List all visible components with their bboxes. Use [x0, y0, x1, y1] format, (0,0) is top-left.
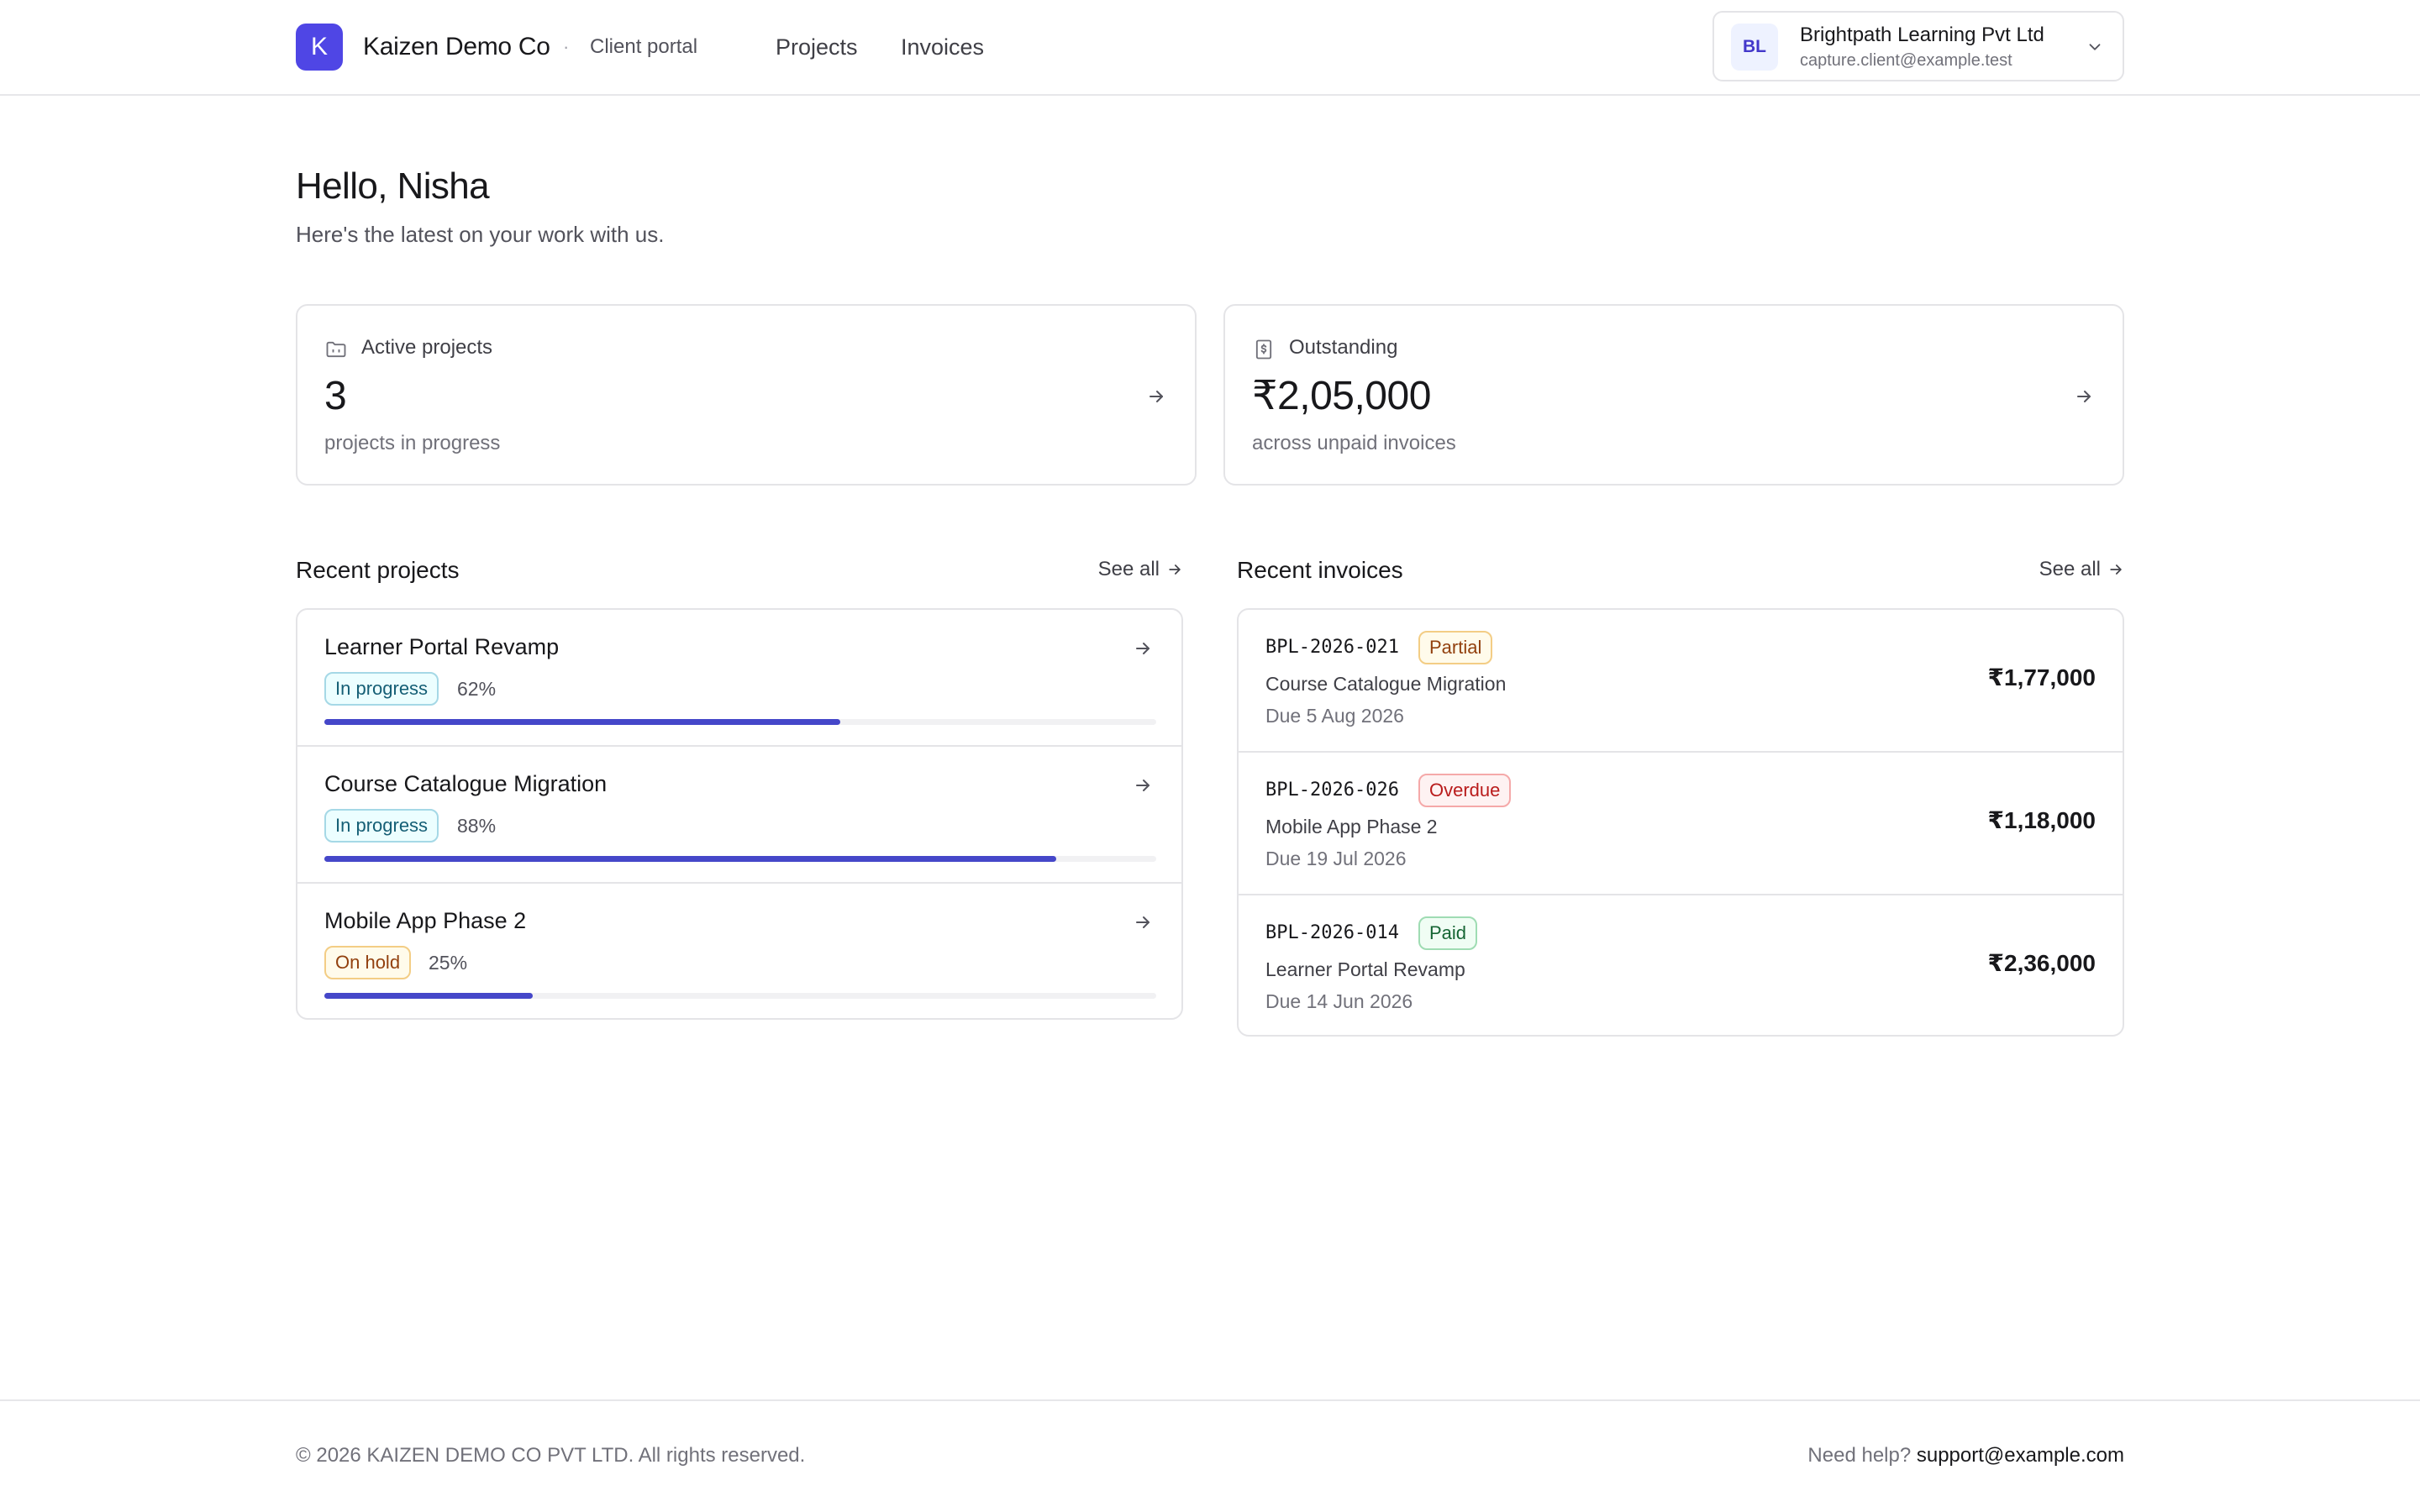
progress-bar [324, 719, 1156, 725]
invoice-amount: ₹2,36,000 [1987, 950, 2096, 976]
project-name: Course Catalogue Migration [324, 771, 608, 796]
invoice-amount: ₹1,77,000 [1987, 664, 2096, 690]
invoice-row[interactable]: BPL-2026-021 Partial Course Catalogue Mi… [1239, 610, 2123, 753]
progress-bar [324, 856, 1156, 862]
invoice-number: BPL-2026-021 [1265, 637, 1399, 658]
outstanding-card[interactable]: Outstanding ₹2,05,000 across unpaid invo… [1223, 304, 2124, 486]
account-avatar: BL [1731, 24, 1778, 71]
invoice-project: Learner Portal Revamp [1265, 958, 1465, 980]
invoice-project: Mobile App Phase 2 [1265, 816, 1438, 837]
account-switcher[interactable]: BL Brightpath Learning Pvt Ltd capture.c… [1712, 11, 2124, 81]
footer-copyright: © 2026 KAIZEN DEMO CO PVT LTD. All right… [296, 1444, 806, 1467]
invoice-row[interactable]: BPL-2026-014 Paid Learner Portal Revamp … [1239, 895, 2123, 1035]
arrow-right-icon [2110, 564, 2122, 575]
brand-logo[interactable]: K [296, 24, 343, 71]
account-email: capture.client@example.test [1800, 51, 2012, 70]
stat-caption: projects in progress [324, 432, 501, 454]
see-all-label: See all [1097, 558, 1160, 580]
projects-see-all-link[interactable]: See all [1098, 556, 1183, 583]
top-header: K Kaizen Demo Co · Client portal Project… [0, 0, 2420, 96]
progress-percent: 62% [457, 678, 497, 700]
status-badge: In progress [324, 672, 439, 706]
status-badge: Paid [1418, 916, 1478, 950]
support-email-link[interactable]: support@example.com [1917, 1444, 2124, 1467]
recent-projects-heading: Recent projects [296, 557, 460, 583]
stat-label: Active projects [361, 336, 493, 359]
invoice-amount: ₹1,18,000 [1987, 807, 2096, 833]
page-footer: © 2026 KAIZEN DEMO CO PVT LTD. All right… [0, 1399, 2420, 1512]
project-row[interactable]: Mobile App Phase 2 On hold 25% [297, 884, 1181, 1018]
dollar-document-icon [1255, 339, 1272, 360]
arrow-right-icon [2077, 391, 2091, 402]
page-subtitle: Here's the latest on your work with us. [296, 222, 665, 247]
arrow-right-icon [1150, 391, 1163, 402]
progress-bar-fill [324, 993, 533, 999]
stat-value: ₹2,05,000 [1252, 374, 1431, 418]
project-row[interactable]: Learner Portal Revamp In progress 62% [297, 610, 1181, 747]
progress-bar [324, 993, 1156, 999]
project-row[interactable]: Course Catalogue Migration In progress 8… [297, 747, 1181, 884]
stat-label: Outstanding [1289, 336, 1398, 359]
project-name: Learner Portal Revamp [324, 634, 560, 659]
footer-help: Need help? support@example.com [1807, 1441, 2124, 1470]
stat-caption: across unpaid invoices [1252, 432, 1456, 454]
progress-bar-fill [324, 856, 1057, 862]
brand-name[interactable]: Kaizen Demo Co [363, 30, 550, 64]
arrow-right-icon [1136, 643, 1150, 654]
folder-icon [326, 341, 346, 358]
recent-invoices-list: BPL-2026-021 Partial Course Catalogue Mi… [1237, 608, 2124, 1037]
nav-link-invoices[interactable]: Invoices [901, 30, 984, 64]
portal-label: Client portal [590, 35, 698, 58]
chevron-down-icon [2089, 44, 2101, 50]
status-badge: In progress [324, 809, 439, 843]
invoice-project: Course Catalogue Migration [1265, 673, 1507, 695]
arrow-right-icon [1169, 564, 1181, 575]
footer-help-label: Need help? [1807, 1444, 1912, 1467]
progress-percent: 88% [457, 815, 497, 837]
account-company-name: Brightpath Learning Pvt Ltd [1800, 24, 2044, 46]
status-badge: Overdue [1418, 774, 1512, 807]
see-all-label: See all [2039, 558, 2101, 580]
recent-invoices-heading: Recent invoices [1237, 557, 1403, 583]
nav-link-projects[interactable]: Projects [776, 30, 858, 64]
arrow-right-icon [1136, 916, 1150, 928]
recent-projects-list: Learner Portal Revamp In progress 62% Co… [296, 608, 1183, 1020]
invoice-number: BPL-2026-014 [1265, 922, 1399, 943]
project-name: Mobile App Phase 2 [324, 908, 527, 933]
invoice-number: BPL-2026-026 [1265, 780, 1399, 801]
progress-bar-fill [324, 719, 840, 725]
status-badge: On hold [324, 946, 412, 979]
invoice-due-date: Due 19 Jul 2026 [1265, 848, 1407, 869]
brand-separator: · [563, 36, 570, 57]
arrow-right-icon [1136, 780, 1150, 791]
invoice-due-date: Due 14 Jun 2026 [1265, 990, 1413, 1012]
page-title: Hello, Nisha [296, 165, 490, 207]
progress-percent: 25% [429, 952, 468, 974]
invoice-due-date: Due 5 Aug 2026 [1265, 705, 1404, 727]
active-projects-card[interactable]: Active projects 3 projects in progress [296, 304, 1197, 486]
status-badge: Partial [1418, 631, 1493, 664]
invoices-see-all-link[interactable]: See all [2039, 556, 2124, 583]
invoice-row[interactable]: BPL-2026-026 Overdue Mobile App Phase 2 … [1239, 753, 2123, 895]
stat-value: 3 [324, 374, 347, 418]
